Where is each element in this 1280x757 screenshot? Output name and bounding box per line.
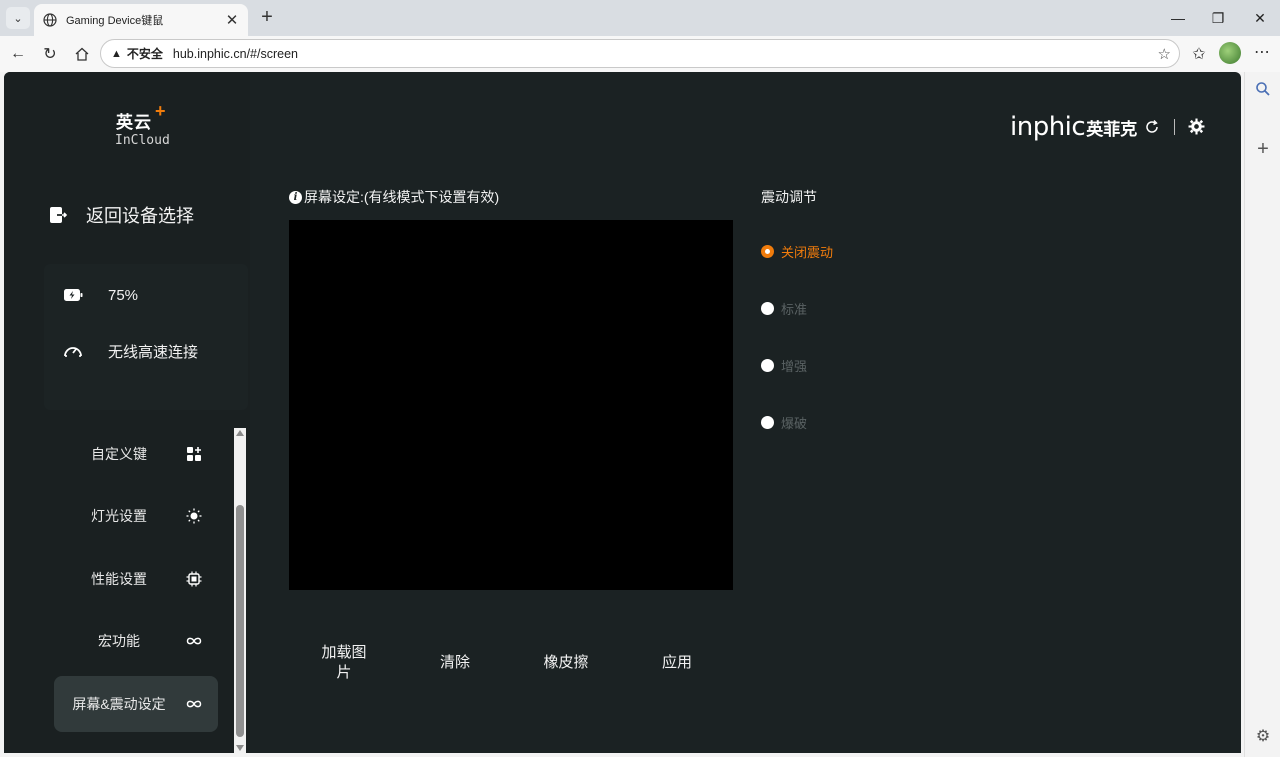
vibration-title: 震动调节 xyxy=(761,189,817,205)
new-tab-plus-icon[interactable]: + xyxy=(256,6,278,28)
sidebar-item-label: 屏幕&震动设定 xyxy=(72,696,166,712)
sidebar-item-label: 宏功能 xyxy=(98,633,140,649)
vibration-option-off[interactable]: 关闭震动 xyxy=(761,242,833,261)
vibration-option-label: 关闭震动 xyxy=(781,245,834,260)
sidebar-item-lighting[interactable]: 灯光设置 xyxy=(54,488,218,544)
sidebar-item-macro[interactable]: 宏功能 xyxy=(54,613,218,669)
sidebar-item-label: 自定义键 xyxy=(91,446,147,462)
connection-mode: 无线高速连接 xyxy=(108,343,199,361)
warning-icon: ▲ xyxy=(111,47,122,60)
add-sidebar-plus-icon[interactable]: + xyxy=(1253,138,1273,160)
radio-unselected[interactable] xyxy=(761,302,774,315)
infinity-icon xyxy=(186,633,202,649)
url-text: hub.inphic.cn/#/screen xyxy=(172,46,298,61)
info-icon: i xyxy=(289,190,302,204)
brand-en: inphic xyxy=(1010,112,1086,142)
radio-unselected[interactable] xyxy=(761,416,774,429)
sidebar-item-screen-vibration[interactable]: 屏幕&震动设定 xyxy=(54,676,218,732)
back-to-device-select-button[interactable]: 返回设备选择 xyxy=(48,202,194,228)
vibration-option-enhanced[interactable]: 增强 xyxy=(761,356,807,375)
restore-icon[interactable]: ❐ xyxy=(1206,6,1230,30)
tab-title: Gaming Device键鼠 xyxy=(66,15,164,27)
more-menu-icon[interactable]: ⋯ xyxy=(1254,42,1270,62)
settings-gear-icon[interactable]: ⚙ xyxy=(1253,726,1273,746)
sidebar-scrollbar[interactable] xyxy=(234,428,246,753)
sidebar-item-performance[interactable]: 性能设置 xyxy=(54,551,218,607)
back-label: 返回设备选择 xyxy=(86,206,194,226)
clear-button[interactable]: 清除 xyxy=(415,638,495,688)
reload-icon[interactable]: ↻ xyxy=(38,42,62,66)
app-window: 英云 + InCloud 返回设备选择 75% 无线高速连接 自定义键 灯光设置… xyxy=(4,72,1241,753)
favorites-icon[interactable]: ✩ xyxy=(1187,42,1211,66)
avatar[interactable] xyxy=(1219,42,1241,64)
browser-tab[interactable]: Gaming Device键鼠 ✕ xyxy=(34,4,248,36)
apps-icon xyxy=(186,446,202,462)
sidebar: 英云 + InCloud 返回设备选择 75% 无线高速连接 自定义键 灯光设置… xyxy=(4,72,250,753)
edge-sidebar: + ⚙ xyxy=(1244,72,1280,757)
address-bar[interactable]: ▲ 不安全 hub.inphic.cn/#/screen ☆ xyxy=(100,39,1180,68)
vibration-option-label: 标准 xyxy=(781,302,808,317)
vibration-option-label: 增强 xyxy=(781,359,808,374)
sidebar-item-custom-keys[interactable]: 自定义键 xyxy=(54,426,218,482)
screen-settings-title: i 屏幕设定:(有线模式下设置有效) xyxy=(289,187,499,207)
apply-button[interactable]: 应用 xyxy=(637,638,717,688)
sidebar-item-label: 灯光设置 xyxy=(91,508,147,524)
screen-title-label: 屏幕设定:(有线模式下设置有效) xyxy=(304,189,500,205)
settings-gear-icon[interactable] xyxy=(1188,118,1206,136)
browser-nav-bar: ← ↻ ▲ 不安全 hub.inphic.cn/#/screen ☆ ✩ ⋯ xyxy=(0,36,1280,72)
radio-unselected[interactable] xyxy=(761,359,774,372)
home-icon[interactable] xyxy=(70,42,94,66)
load-image-button[interactable]: 加载图片 xyxy=(304,638,384,688)
battery-icon xyxy=(62,284,84,306)
search-icon[interactable] xyxy=(1253,81,1273,101)
speedometer-icon xyxy=(62,340,84,362)
battery-row: 75% xyxy=(62,284,138,306)
exit-door-icon xyxy=(48,205,68,225)
sidebar-item-label: 性能设置 xyxy=(91,571,147,587)
globe-icon xyxy=(42,12,58,28)
brand-logo: inphic 英菲克 xyxy=(1010,112,1137,142)
scroll-down-arrow-icon[interactable] xyxy=(236,745,244,751)
favorite-star-icon[interactable]: ☆ xyxy=(1158,45,1171,63)
scroll-up-arrow-icon[interactable] xyxy=(236,430,244,436)
back-arrow-icon[interactable]: ← xyxy=(6,42,30,66)
screen-drawing-canvas[interactable] xyxy=(289,220,733,590)
logo-en: InCloud xyxy=(115,133,170,148)
vibration-option-label: 爆破 xyxy=(781,416,808,431)
eraser-button[interactable]: 橡皮擦 xyxy=(526,638,606,688)
connection-row: 无线高速连接 xyxy=(62,340,198,362)
battery-level: 75% xyxy=(108,286,139,304)
chip-icon xyxy=(186,571,202,587)
radio-selected[interactable] xyxy=(761,245,774,258)
brand-cn: 英菲克 xyxy=(1086,120,1138,139)
window-close-icon[interactable]: ✕ xyxy=(1248,6,1272,30)
load-image-label: 加载图片 xyxy=(321,644,367,681)
toolbar-divider xyxy=(1174,119,1175,135)
sun-icon xyxy=(186,508,202,524)
sidebar-menu: 自定义键 灯光设置 性能设置 宏功能 屏幕&震动设定 xyxy=(4,426,234,753)
scroll-thumb[interactable] xyxy=(236,505,244,737)
logo-cn: 英云 xyxy=(116,113,152,132)
logo-plus: + xyxy=(155,101,166,121)
tab-close-icon[interactable]: ✕ xyxy=(224,11,240,29)
infinity-icon xyxy=(186,696,202,712)
vibration-option-standard[interactable]: 标准 xyxy=(761,299,807,318)
minimize-icon[interactable]: — xyxy=(1166,6,1190,30)
tab-actions-chevron-icon[interactable]: ⌄ xyxy=(6,7,30,29)
browser-tab-bar: ⌄ Gaming Device键鼠 ✕ + — ❐ ✕ xyxy=(0,0,1280,36)
vibration-option-burst[interactable]: 爆破 xyxy=(761,413,807,432)
insecure-label: 不安全 xyxy=(126,47,163,61)
refresh-icon[interactable] xyxy=(1144,119,1162,137)
device-status-card: 75% 无线高速连接 xyxy=(44,264,248,410)
